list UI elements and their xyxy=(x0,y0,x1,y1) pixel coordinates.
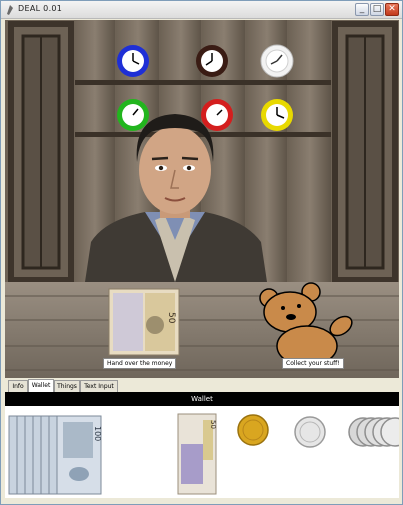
app-icon xyxy=(7,5,13,15)
clock-yellow-icon xyxy=(261,99,293,131)
silver-coin-stack[interactable] xyxy=(348,417,399,447)
tab-bar: Info Wallet Things Text Input xyxy=(5,379,399,392)
tab-info[interactable]: Info xyxy=(8,380,28,392)
tab-text-input[interactable]: Text Input xyxy=(80,380,118,392)
clock-blue-icon xyxy=(117,45,149,77)
wallet-artwork: 100 50 xyxy=(8,413,399,495)
clock-red-icon xyxy=(201,99,233,131)
banknote-single[interactable]: 50 xyxy=(177,413,217,495)
title-bar[interactable]: DEAL 0.01 _ □ ✕ xyxy=(1,1,402,19)
gold-coin[interactable] xyxy=(237,414,269,446)
silver-coin[interactable] xyxy=(294,416,326,448)
collect-stuff-button[interactable]: Collect your stuff! xyxy=(282,358,344,369)
banknote-single-value: 50 xyxy=(209,420,217,429)
clock-green-icon xyxy=(117,99,149,131)
banknote-on-counter[interactable]: 50 xyxy=(108,288,180,356)
close-button[interactable]: ✕ xyxy=(385,3,399,16)
banknote-on-counter-value: 50 xyxy=(166,312,176,324)
upper-shelf xyxy=(75,80,331,85)
maximize-button[interactable]: □ xyxy=(370,3,384,16)
banknote-stack-value: 100 xyxy=(93,426,102,441)
shop-scene: 50 Hand over the money Collect your stuf… xyxy=(5,20,399,378)
hand-over-money-button[interactable]: Hand over the money xyxy=(103,358,177,369)
wallet-contents: 100 50 xyxy=(5,406,399,498)
window-title: DEAL 0.01 xyxy=(18,4,63,13)
close-icon: ✕ xyxy=(388,4,396,14)
wallet-header: Wallet xyxy=(5,392,399,406)
tab-wallet[interactable]: Wallet xyxy=(28,379,54,392)
minimize-icon: _ xyxy=(359,4,365,14)
tab-things[interactable]: Things xyxy=(54,380,80,392)
banknote-stack[interactable]: 100 xyxy=(8,415,102,495)
clock-white-icon xyxy=(260,44,294,78)
maximize-icon: □ xyxy=(372,4,382,14)
clock-dark-icon xyxy=(196,45,228,77)
app-window: DEAL 0.01 _ □ ✕ 50 Hand over the money C… xyxy=(0,0,403,505)
minimize-button[interactable]: _ xyxy=(355,3,369,16)
status-strip xyxy=(1,498,402,504)
scene-artwork: 50 xyxy=(5,20,399,378)
